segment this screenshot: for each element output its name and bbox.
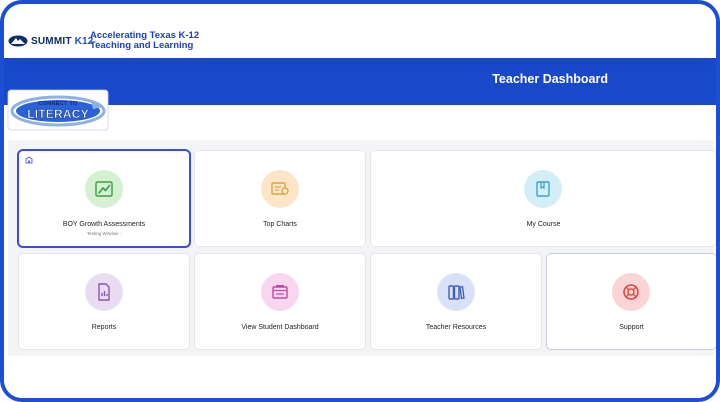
footer-area — [4, 356, 716, 398]
binders-icon — [448, 285, 465, 300]
tile-label: BOY Growth Assessments — [62, 221, 146, 228]
mountain-logo-icon — [8, 35, 28, 47]
tile-icon-circle — [524, 170, 562, 208]
tile-sublabel: Testing Window - — [86, 231, 122, 236]
app-screen: SUMMIT K12 Accelerating Texas K-12 Teach… — [4, 4, 716, 398]
tile-view-student-dashboard[interactable]: View Student Dashboard — [195, 254, 365, 349]
dashboard-icon — [272, 285, 288, 299]
book-icon — [536, 181, 550, 197]
tile-label: View Student Dashboard — [241, 324, 319, 331]
tile-label: Support — [619, 324, 644, 331]
tagline-line-2: Teaching and Learning — [90, 40, 194, 51]
tile-icon-circle — [85, 170, 123, 208]
report-icon — [98, 283, 110, 301]
logo-wordmark: SUMMIT K12 — [31, 36, 94, 47]
tile-grid: BOY Growth Assessments Testing Window - … — [8, 140, 716, 356]
tile-top-charts[interactable]: Top Charts — [195, 151, 365, 246]
certificate-icon — [271, 182, 289, 195]
tile-teacher-resources[interactable]: Teacher Resources — [371, 254, 541, 349]
tile-my-course[interactable]: My Course — [371, 151, 716, 246]
tile-boy-growth-assessments[interactable]: BOY Growth Assessments Testing Window - — [19, 151, 189, 246]
tile-support[interactable]: Support — [547, 254, 716, 349]
tile-icon-circle — [261, 170, 299, 208]
device-frame: SUMMIT K12 Accelerating Texas K-12 Teach… — [0, 0, 720, 402]
connect-to-literacy-badge[interactable]: CONNECT TO LITERACY — [7, 89, 109, 131]
header-bar: Teacher Dashboard — [4, 58, 716, 105]
tile-label: Teacher Resources — [425, 324, 487, 331]
chart-up-icon — [95, 181, 113, 197]
page-title: Teacher Dashboard — [492, 72, 608, 86]
summit-k12-logo[interactable]: SUMMIT K12 — [8, 35, 94, 47]
tile-icon-circle — [85, 273, 123, 311]
building-icon — [25, 156, 33, 164]
tile-label: Reports — [91, 324, 117, 331]
tile-icon-circle — [437, 273, 475, 311]
tile-label: Top Charts — [263, 221, 297, 228]
tile-label: My Course — [526, 221, 561, 228]
lifebuoy-icon — [623, 284, 639, 300]
top-bar: SUMMIT K12 Accelerating Texas K-12 Teach… — [4, 4, 716, 58]
tile-reports[interactable]: Reports — [19, 254, 189, 349]
tile-icon-circle — [261, 273, 299, 311]
tile-icon-circle — [612, 273, 650, 311]
logo-name: SUMMIT — [31, 35, 72, 47]
tagline: Accelerating Texas K-12 Teaching and Lea… — [90, 31, 199, 51]
literacy-text: LITERACY — [27, 107, 89, 121]
